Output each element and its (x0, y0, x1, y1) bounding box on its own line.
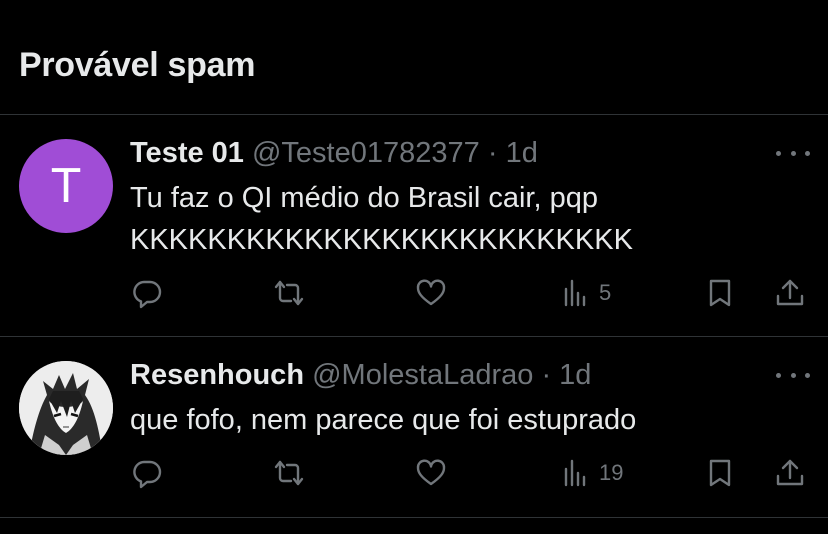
author-name[interactable]: Resenhouch (130, 359, 304, 391)
section-title: Provável spam (19, 46, 256, 84)
retweet-button[interactable] (273, 273, 305, 313)
retweet-button[interactable] (273, 453, 305, 493)
tweet[interactable]: Resenhouch @MolestaLadrao · 1d que fofo,… (0, 337, 828, 517)
tweet-text-line: Tu faz o QI médio do Brasil cair, pqp (130, 182, 598, 214)
bookmark-icon (709, 459, 731, 487)
author-handle[interactable]: @Teste01782377 (252, 137, 480, 169)
views-icon (564, 459, 586, 487)
share-button[interactable] (774, 273, 806, 313)
avatar[interactable] (19, 361, 113, 455)
divider (0, 517, 828, 518)
share-button[interactable] (774, 453, 806, 493)
views-count: 19 (599, 460, 624, 485)
separator-dot: · (541, 359, 552, 391)
more-icon[interactable] (776, 365, 810, 385)
views-button[interactable]: 19 (561, 453, 623, 493)
reply-button[interactable] (131, 453, 163, 493)
reply-icon (133, 280, 162, 309)
tweet-text: que fofo, nem parece que foi estuprado (130, 399, 790, 441)
author-name[interactable]: Teste 01 (130, 137, 244, 169)
separator-dot: · (487, 137, 498, 169)
views-button[interactable]: 5 (561, 273, 611, 313)
avatar[interactable]: T (19, 139, 113, 233)
reply-button[interactable] (131, 273, 163, 313)
tweet-text: Tu faz o QI médio do Brasil cair, pqp KK… (130, 177, 790, 261)
avatar-letter: T (51, 159, 81, 213)
like-icon (416, 459, 446, 486)
share-icon (776, 279, 804, 306)
retweet-icon (274, 460, 304, 486)
more-icon[interactable] (776, 143, 810, 163)
author-handle[interactable]: @MolestaLadrao (312, 359, 533, 391)
tweet-header: Resenhouch @MolestaLadrao · 1d (130, 359, 591, 392)
tweet-text-line: que fofo, nem parece que foi estuprado (130, 404, 637, 436)
share-icon (776, 459, 804, 486)
action-bar: 5 (0, 273, 828, 313)
tweet[interactable]: T Teste 01 @Teste01782377 · 1d Tu faz o … (0, 115, 828, 336)
timestamp[interactable]: 1d (559, 359, 591, 391)
anime-avatar-image (19, 361, 113, 455)
reply-icon (133, 460, 162, 489)
bookmark-button[interactable] (704, 273, 736, 313)
tweet-header: Teste 01 @Teste01782377 · 1d (130, 137, 538, 170)
views-icon (564, 279, 586, 307)
like-icon (416, 279, 446, 306)
retweet-icon (274, 280, 304, 306)
bookmark-icon (709, 279, 731, 307)
action-bar: 19 (0, 453, 828, 493)
views-count: 5 (599, 280, 612, 305)
like-button[interactable] (415, 453, 447, 493)
bookmark-button[interactable] (704, 453, 736, 493)
tweet-text-line: KKKKKKKKKKKKKKKKKKKKKKKKKK (130, 224, 633, 256)
like-button[interactable] (415, 273, 447, 313)
timestamp[interactable]: 1d (506, 137, 538, 169)
